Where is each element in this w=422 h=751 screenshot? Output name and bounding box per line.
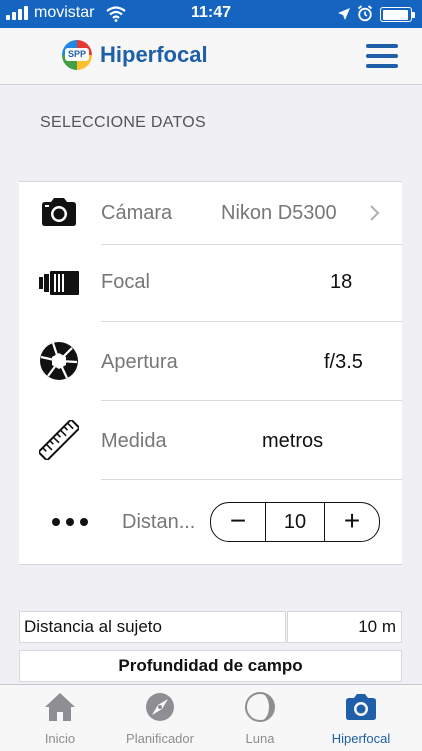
camera-icon <box>346 694 376 720</box>
aperture-label: Apertura <box>101 351 178 373</box>
logo-text: SPP <box>65 48 89 61</box>
moon-icon <box>245 692 275 722</box>
camera-value: Nikon D5300 <box>221 202 337 224</box>
focal-label: Focal <box>101 271 150 293</box>
measure-label: Medida <box>101 430 167 452</box>
status-bar: movistar 11:47 <box>0 0 422 28</box>
location-arrow-icon <box>338 8 350 20</box>
increment-button[interactable]: + <box>325 503 379 541</box>
app-logo: SPP <box>62 40 92 70</box>
distance-stepper[interactable]: − 10 + <box>210 502 380 542</box>
settings-card: Cámara Nikon D5300 Focal 18 Apertura f/3… <box>19 181 402 565</box>
aperture-value: f/3.5 <box>324 351 363 373</box>
chevron-right-icon <box>370 205 380 221</box>
ruler-icon <box>39 420 79 460</box>
subject-distance-value: 10 m <box>287 611 402 643</box>
distance-value: 10 <box>266 503 325 541</box>
home-icon <box>45 693 75 721</box>
tab-hiperfocal[interactable]: Hiperfocal <box>301 685 421 751</box>
section-title: SELECCIONE DATOS <box>40 114 207 131</box>
focal-row[interactable]: Focal 18 <box>19 245 402 321</box>
alarm-icon <box>357 5 373 22</box>
measure-row[interactable]: Medida metros <box>19 401 402 479</box>
tab-label: Hiperfocal <box>331 731 391 746</box>
tab-bar: Inicio Planificador Luna Hiperfocal <box>0 684 422 751</box>
subject-distance-label: Distancia al sujeto <box>19 611 286 643</box>
lens-icon <box>39 271 79 295</box>
menu-icon[interactable] <box>366 44 398 68</box>
focal-value: 18 <box>330 271 353 293</box>
aperture-icon <box>40 342 78 380</box>
battery-icon <box>380 7 415 22</box>
camera-icon <box>42 198 76 226</box>
subject-distance-row: Distancia al sujeto 10 m <box>19 611 402 643</box>
measure-value: metros <box>262 430 324 452</box>
compass-icon <box>146 693 174 721</box>
page-title: Hiperfocal <box>100 42 208 67</box>
navigation-bar: SPP Hiperfocal <box>0 28 422 85</box>
distance-label: Distan... <box>122 511 196 533</box>
more-icon <box>52 518 92 526</box>
camera-row[interactable]: Cámara Nikon D5300 <box>19 182 402 244</box>
decrement-button[interactable]: − <box>211 503 266 541</box>
aperture-row[interactable]: Apertura f/3.5 <box>19 322 402 400</box>
camera-label: Cámara <box>101 202 173 224</box>
depth-of-field-header: Profundidad de campo <box>19 650 402 682</box>
